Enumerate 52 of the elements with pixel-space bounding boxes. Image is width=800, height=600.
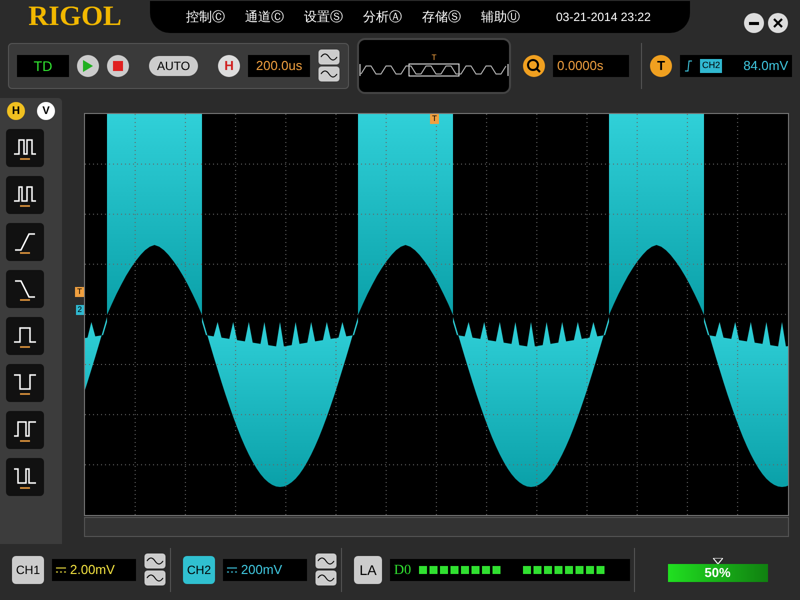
trigger-badge[interactable]: T xyxy=(650,55,672,77)
trigger-source-tag: CH2 xyxy=(700,59,722,73)
channel-button[interactable]: CH1 xyxy=(12,556,44,584)
auto-button[interactable]: AUTO xyxy=(149,56,198,76)
side-tab[interactable]: V xyxy=(37,102,55,120)
menu-item[interactable]: 分析Ⓐ xyxy=(363,7,402,27)
sine-knob-icon[interactable] xyxy=(318,49,340,83)
play-icon xyxy=(83,60,93,72)
channel-scale: 200mV xyxy=(241,561,282,580)
sine-knob-icon[interactable] xyxy=(315,553,337,587)
measure-button[interactable] xyxy=(6,270,44,308)
dc-coupling-icon xyxy=(56,567,66,573)
trigger-position-marker: T xyxy=(430,114,439,124)
measure-button[interactable] xyxy=(6,223,44,261)
channel-button[interactable]: CH2 xyxy=(183,556,215,584)
menu-item[interactable]: 控制Ⓒ xyxy=(186,7,225,27)
horizontal-badge[interactable]: H xyxy=(218,55,240,77)
close-button[interactable] xyxy=(768,13,788,33)
side-tab[interactable]: H xyxy=(7,102,25,120)
rising-edge-icon xyxy=(684,60,692,72)
datetime: 03-21-2014 23:22 xyxy=(556,9,651,26)
mode-display: TD xyxy=(17,55,69,77)
trigger-level: 84.0mV xyxy=(743,57,788,76)
timebase-display: 200.0us xyxy=(248,55,310,77)
measure-button[interactable] xyxy=(6,317,44,355)
dc-coupling-icon xyxy=(227,567,237,573)
stop-button[interactable] xyxy=(107,55,129,77)
digital-channel-label: D0 xyxy=(394,562,412,580)
menu-item[interactable]: 设置Ⓢ xyxy=(304,7,343,27)
zoom-icon[interactable] xyxy=(523,55,546,77)
stop-icon xyxy=(113,61,123,71)
memory-bar: 50% xyxy=(668,564,768,582)
measure-button[interactable] xyxy=(6,458,44,496)
trigger-level-marker: T xyxy=(75,287,84,297)
menu-item[interactable]: 存储Ⓢ xyxy=(422,7,461,27)
menu-item[interactable]: 辅助Ⓤ xyxy=(481,7,520,27)
run-button[interactable] xyxy=(77,55,99,77)
close-icon xyxy=(773,18,783,28)
channel-marker: 2 xyxy=(76,305,84,315)
measure-button[interactable] xyxy=(6,129,44,167)
channel-scale: 2.00mV xyxy=(70,561,115,580)
pointer-icon xyxy=(712,558,722,564)
measure-button[interactable] xyxy=(6,411,44,449)
measure-button[interactable] xyxy=(6,176,44,214)
sine-knob-icon[interactable] xyxy=(144,553,166,587)
minimize-button[interactable] xyxy=(744,13,764,33)
measure-button[interactable] xyxy=(6,364,44,402)
offset-display: 0.0000s xyxy=(553,55,630,77)
navigator-trigger-marker: T xyxy=(432,54,437,62)
la-button[interactable]: LA xyxy=(354,556,382,584)
logo: RIGOL xyxy=(27,0,123,34)
menu-item[interactable]: 通道Ⓒ xyxy=(245,7,284,27)
